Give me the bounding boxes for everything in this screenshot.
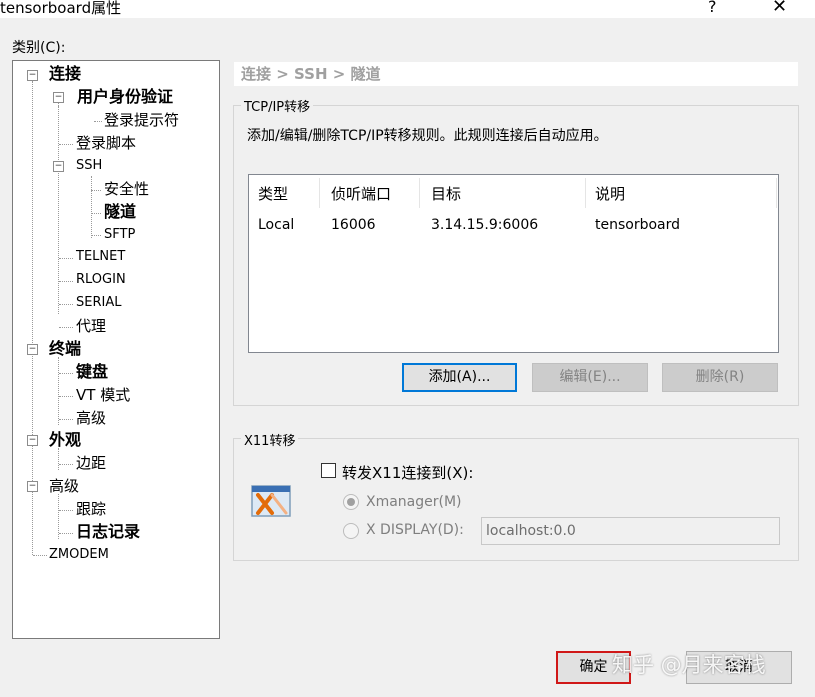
xmanager-icon (251, 485, 291, 517)
tree-item-login-scripts[interactable]: 登录脚本 (76, 133, 136, 153)
cell-type: Local (258, 217, 295, 233)
tree-item-advanced[interactable]: 高级 (49, 476, 79, 496)
xdisplay-label: X DISPLAY(D): (366, 522, 464, 538)
tree-item-login-prompts[interactable]: 登录提示符 (104, 110, 179, 130)
delete-button[interactable]: 删除(R) (662, 363, 778, 392)
edit-button[interactable]: 编辑(E)... (532, 363, 648, 392)
tree-item-zmodem[interactable]: ZMODEM (49, 545, 109, 565)
title-bar: tensorboard属性 ? ✕ (0, 0, 815, 18)
tree-item-margins[interactable]: 边距 (76, 453, 106, 473)
tree-item-vt-modes[interactable]: VT 模式 (76, 385, 130, 405)
cell-listen-port: 16006 (331, 217, 376, 233)
cell-description: tensorboard (595, 217, 681, 233)
collapse-toggle-icon[interactable]: − (53, 161, 64, 172)
tree-item-rlogin[interactable]: RLOGIN (76, 270, 126, 290)
column-header-type[interactable]: 类型 (258, 183, 288, 204)
xmanager-radio[interactable] (343, 494, 359, 510)
collapse-toggle-icon[interactable]: − (27, 481, 38, 492)
tcp-group-title: TCP/IP转移 (241, 96, 314, 115)
tree-item-trace[interactable]: 跟踪 (76, 499, 106, 519)
tree-item-telnet[interactable]: TELNET (76, 247, 125, 267)
tree-item-ssh[interactable]: SSH (76, 156, 102, 176)
tree-item-keyboard[interactable]: 键盘 (76, 362, 108, 382)
xmanager-label: Xmanager(M) (366, 494, 462, 510)
collapse-toggle-icon[interactable]: − (27, 70, 38, 81)
cell-destination: 3.14.15.9:6006 (431, 217, 539, 233)
x11-forward-label: 转发X11连接到(X): (342, 464, 474, 482)
add-button[interactable]: 添加(A)... (402, 363, 517, 392)
column-header-listen-port[interactable]: 侦听端口 (331, 183, 391, 204)
collapse-toggle-icon[interactable]: − (53, 92, 64, 103)
tree-item-logging[interactable]: 日志记录 (76, 522, 140, 542)
tree-item-appearance[interactable]: 外观 (49, 430, 81, 450)
collapse-toggle-icon[interactable]: − (27, 435, 38, 446)
collapse-toggle-icon[interactable]: − (27, 344, 38, 355)
category-label: 类别(C): (12, 40, 66, 56)
tree-item-user-auth[interactable]: 用户身份验证 (77, 87, 173, 107)
column-header-destination[interactable]: 目标 (431, 183, 461, 204)
tree-item-tunneling[interactable]: 隧道 (104, 202, 136, 222)
category-tree[interactable]: − 连接 − 用户身份验证 登录提示符 登录脚本 − SSH 安全性 隧道 SF… (12, 60, 220, 639)
tree-item-serial[interactable]: SERIAL (76, 293, 121, 313)
forwarding-rules-table[interactable]: 类型 侦听端口 目标 说明 Local 16006 3.14.15.9:6006… (248, 174, 779, 353)
tree-item-terminal-advanced[interactable]: 高级 (76, 408, 106, 428)
column-header-description[interactable]: 说明 (595, 183, 625, 204)
breadcrumb: 连接 > SSH > 隧道 (234, 62, 798, 86)
tree-item-proxy[interactable]: 代理 (76, 316, 106, 336)
tree-item-security[interactable]: 安全性 (104, 179, 149, 199)
xdisplay-radio[interactable] (343, 523, 359, 539)
window-title: tensorboard属性 (0, 0, 122, 17)
x11-group-title: X11转移 (241, 430, 299, 449)
help-button[interactable]: ? (708, 0, 717, 16)
tcp-description: 添加/编辑/删除TCP/IP转移规则。此规则连接后自动应用。 (247, 128, 608, 144)
watermark: 知乎 @月来客栈 (612, 653, 766, 677)
tree-item-connection[interactable]: 连接 (49, 64, 81, 84)
x11-forward-checkbox[interactable] (321, 463, 336, 478)
xdisplay-input[interactable]: localhost:0.0 (481, 517, 780, 545)
tree-item-sftp[interactable]: SFTP (104, 225, 135, 245)
close-button[interactable]: ✕ (772, 0, 787, 17)
tree-item-terminal[interactable]: 终端 (49, 339, 81, 359)
